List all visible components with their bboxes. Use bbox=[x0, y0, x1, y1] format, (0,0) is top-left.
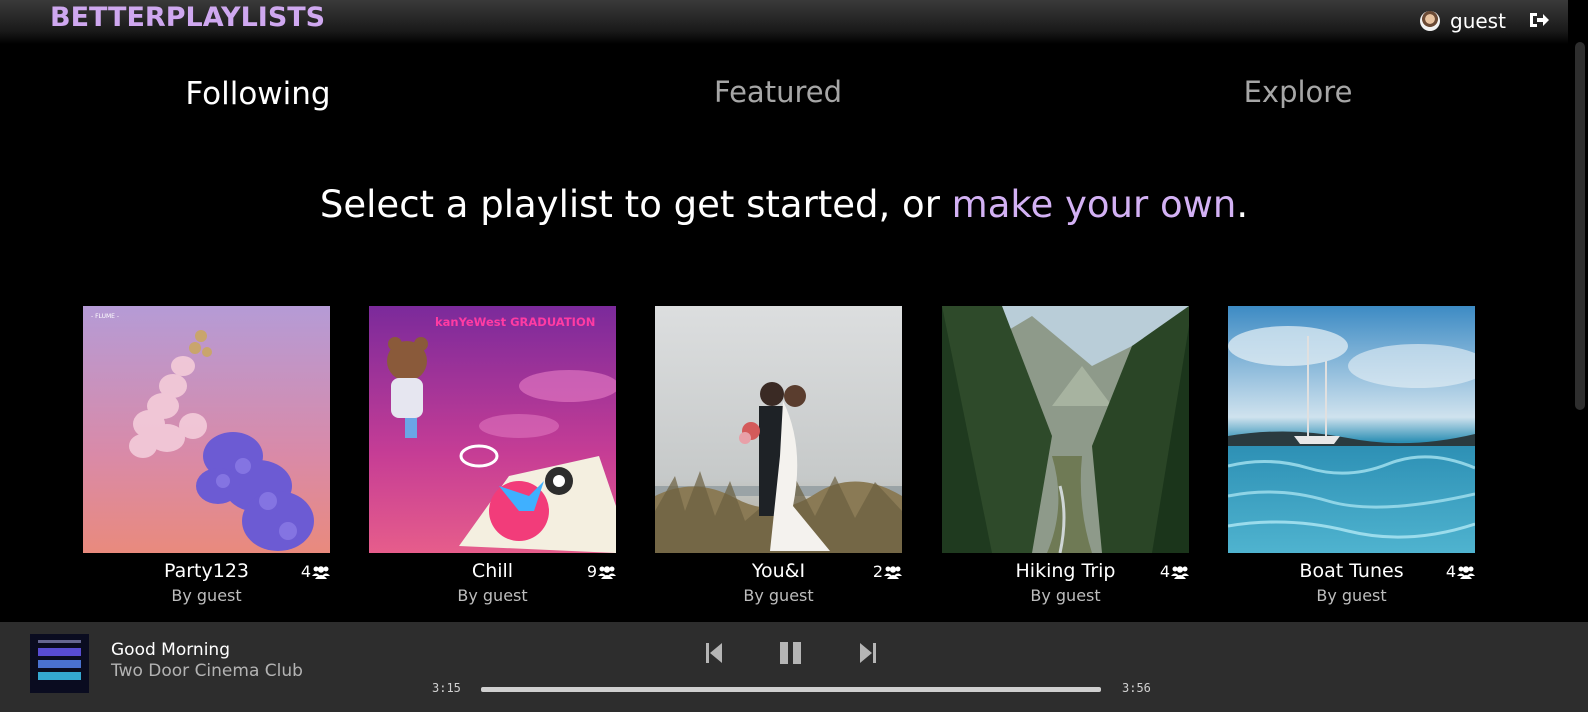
top-bar: BETTERPLAYLISTS guest bbox=[0, 0, 1568, 44]
playlist-title[interactable]: You&I bbox=[655, 560, 902, 582]
follower-count-value: 2 bbox=[872, 562, 883, 581]
playlist-author: By guest bbox=[171, 586, 242, 605]
tab-featured[interactable]: Featured bbox=[714, 75, 842, 109]
app-logo[interactable]: BETTERPLAYLISTS bbox=[50, 2, 325, 33]
track-duration: 3:56 bbox=[1122, 681, 1151, 695]
playlist-author: By guest bbox=[1316, 586, 1387, 605]
username[interactable]: guest bbox=[1450, 9, 1506, 33]
user-menu[interactable]: guest bbox=[1420, 8, 1506, 34]
playlist-card[interactable]: Hiking Trip 4 By guest bbox=[942, 306, 1189, 605]
cover-label: kanYeWest GRADUATION bbox=[435, 315, 595, 329]
progress-bar[interactable] bbox=[481, 687, 1101, 692]
make-your-own-link[interactable]: make your own bbox=[952, 183, 1237, 226]
playlist-cover[interactable]: - FLUME - bbox=[83, 306, 330, 553]
users-icon bbox=[884, 565, 902, 579]
follower-count: 9 bbox=[587, 562, 616, 581]
playlist-cover[interactable] bbox=[1228, 306, 1475, 553]
tab-explore[interactable]: Explore bbox=[1244, 75, 1353, 109]
follower-count: 2 bbox=[873, 562, 902, 581]
users-icon bbox=[598, 565, 616, 579]
playlist-cover[interactable] bbox=[655, 306, 902, 553]
now-playing-title[interactable]: Good Morning bbox=[111, 640, 230, 660]
users-icon bbox=[1457, 565, 1475, 579]
headline-text: Select a playlist to get started, or bbox=[319, 183, 952, 226]
headline-period: . bbox=[1236, 183, 1249, 226]
users-icon bbox=[312, 565, 330, 579]
playlist-cover[interactable] bbox=[942, 306, 1189, 553]
skip-next-icon[interactable] bbox=[857, 640, 879, 670]
playlist-card[interactable]: Boat Tunes 4 By guest bbox=[1228, 306, 1475, 605]
playlist-card[interactable]: You&I 2 By guest bbox=[655, 306, 902, 605]
sign-out-icon[interactable] bbox=[1528, 10, 1550, 30]
headline: Select a playlist to get started, or mak… bbox=[0, 183, 1568, 226]
now-playing-album-art[interactable] bbox=[30, 634, 89, 693]
playlist-title[interactable]: Chill bbox=[369, 560, 616, 582]
tab-following[interactable]: Following bbox=[185, 76, 330, 112]
follower-count-value: 4 bbox=[1159, 562, 1170, 581]
playlist-author: By guest bbox=[457, 586, 528, 605]
playlist-card[interactable]: - FLUME - Party123 4 By guest bbox=[83, 306, 330, 605]
skip-previous-icon[interactable] bbox=[703, 640, 725, 670]
playlist-author: By guest bbox=[743, 586, 814, 605]
playlist-card[interactable]: kanYeWest GRADUATION Chill 9 By guest bbox=[369, 306, 616, 605]
now-playing-artist[interactable]: Two Door Cinema Club bbox=[111, 661, 303, 681]
cover-label: - FLUME - bbox=[91, 313, 119, 320]
scrollbar-thumb[interactable] bbox=[1575, 42, 1585, 410]
follower-count: 4 bbox=[301, 562, 330, 581]
avatar[interactable] bbox=[1420, 11, 1440, 31]
pause-icon[interactable] bbox=[779, 640, 803, 670]
follower-count-value: 4 bbox=[300, 562, 311, 581]
follower-count: 4 bbox=[1446, 562, 1475, 581]
playlist-cover[interactable]: kanYeWest GRADUATION bbox=[369, 306, 616, 553]
follower-count: 4 bbox=[1160, 562, 1189, 581]
follower-count-value: 4 bbox=[1445, 562, 1456, 581]
follower-count-value: 9 bbox=[586, 562, 597, 581]
playlist-title[interactable]: Hiking Trip bbox=[942, 560, 1189, 582]
users-icon bbox=[1171, 565, 1189, 579]
player-bar: Good Morning Two Door Cinema Club 3:15 3… bbox=[0, 622, 1588, 712]
playlist-title[interactable]: Boat Tunes bbox=[1228, 560, 1475, 582]
playlist-author: By guest bbox=[1030, 586, 1101, 605]
elapsed-time: 3:15 bbox=[432, 681, 461, 695]
playlist-title[interactable]: Party123 bbox=[83, 560, 330, 582]
